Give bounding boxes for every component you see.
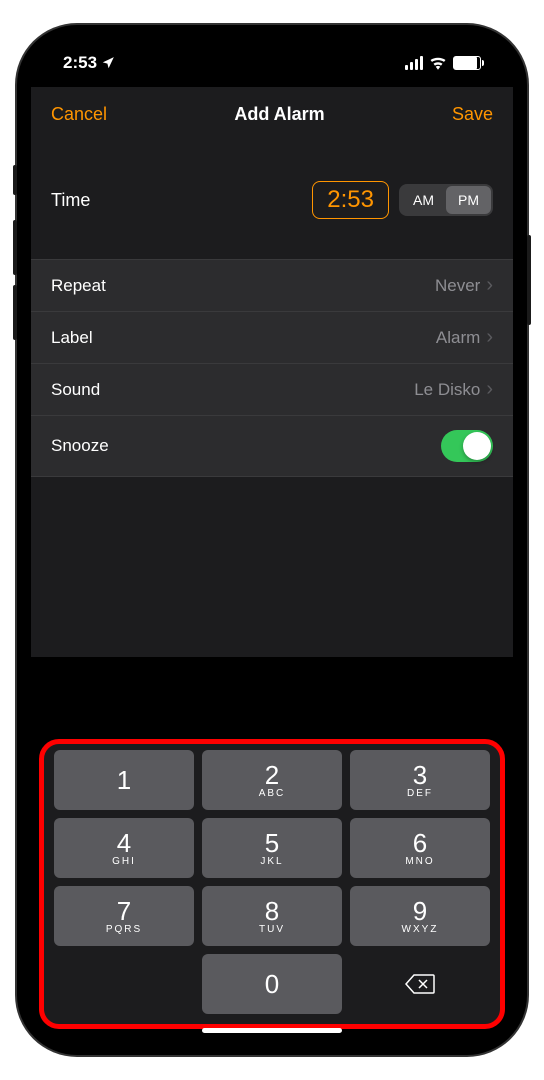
settings-list: Repeat Never › Label Alarm › Sound: [31, 259, 513, 477]
home-indicator[interactable]: [202, 1028, 342, 1033]
key-digit: 2: [265, 762, 279, 788]
power-button: [527, 235, 531, 325]
time-section: Time 2:53 AM PM: [31, 141, 513, 259]
key-letters: JKL: [260, 856, 283, 867]
numeric-keypad: 1 2 ABC 3 DEF 4 GHI 5 JKL: [54, 750, 490, 1014]
backspace-icon: [405, 973, 435, 995]
key-letters: ABC: [259, 788, 286, 799]
key-letters: MNO: [405, 856, 434, 867]
sound-label: Sound: [51, 380, 100, 400]
chevron-right-icon: ›: [486, 274, 493, 297]
key-8[interactable]: 8 TUV: [202, 886, 342, 946]
volume-up-button: [13, 220, 17, 275]
key-3[interactable]: 3 DEF: [350, 750, 490, 810]
key-6[interactable]: 6 MNO: [350, 818, 490, 878]
am-button[interactable]: AM: [401, 186, 446, 214]
key-letters: WXYZ: [402, 924, 439, 935]
key-letters: DEF: [407, 788, 433, 799]
time-label: Time: [51, 190, 90, 211]
snooze-toggle[interactable]: [441, 430, 493, 462]
content: Time 2:53 AM PM Repeat Never ›: [31, 141, 513, 657]
key-digit: 5: [265, 830, 279, 856]
snooze-label: Snooze: [51, 436, 109, 456]
pm-button[interactable]: PM: [446, 186, 491, 214]
key-digit: 4: [117, 830, 131, 856]
chevron-right-icon: ›: [486, 378, 493, 401]
key-5[interactable]: 5 JKL: [202, 818, 342, 878]
key-digit: 1: [117, 767, 131, 793]
battery-icon: [453, 56, 481, 70]
chevron-right-icon: ›: [486, 326, 493, 349]
backspace-button[interactable]: [350, 954, 490, 1014]
signal-icon: [405, 56, 423, 70]
key-digit: 0: [265, 971, 279, 997]
page-title: Add Alarm: [234, 104, 324, 125]
wifi-icon: [429, 56, 447, 70]
mute-switch: [13, 165, 17, 195]
key-2[interactable]: 2 ABC: [202, 750, 342, 810]
key-letters: PQRS: [106, 924, 142, 935]
sound-row[interactable]: Sound Le Disko ›: [31, 364, 513, 416]
key-empty: [54, 954, 194, 1014]
cancel-button[interactable]: Cancel: [51, 104, 107, 125]
key-7[interactable]: 7 PQRS: [54, 886, 194, 946]
label-label: Label: [51, 328, 93, 348]
key-9[interactable]: 9 WXYZ: [350, 886, 490, 946]
save-button[interactable]: Save: [452, 104, 493, 125]
phone-frame: 2:53 Cancel Add Alarm Save Time 2:53: [17, 25, 527, 1055]
spacer: [31, 477, 513, 657]
key-letters: TUV: [259, 924, 285, 935]
location-icon: [101, 56, 115, 70]
notch: [172, 39, 372, 71]
key-4[interactable]: 4 GHI: [54, 818, 194, 878]
label-value: Alarm: [436, 328, 480, 348]
key-letters: GHI: [112, 856, 136, 867]
key-digit: 8: [265, 898, 279, 924]
toggle-knob: [463, 432, 491, 460]
key-digit: 6: [413, 830, 427, 856]
nav-bar: Cancel Add Alarm Save: [31, 87, 513, 141]
status-time: 2:53: [63, 53, 97, 73]
label-row[interactable]: Label Alarm ›: [31, 312, 513, 364]
key-digit: 9: [413, 898, 427, 924]
key-digit: 7: [117, 898, 131, 924]
repeat-row[interactable]: Repeat Never ›: [31, 260, 513, 312]
keypad-highlight: 1 2 ABC 3 DEF 4 GHI 5 JKL: [39, 739, 505, 1029]
ampm-toggle: AM PM: [399, 184, 493, 216]
volume-down-button: [13, 285, 17, 340]
sound-value: Le Disko: [414, 380, 480, 400]
time-input[interactable]: 2:53: [312, 181, 389, 219]
key-digit: 3: [413, 762, 427, 788]
snooze-row: Snooze: [31, 416, 513, 477]
phone-screen: 2:53 Cancel Add Alarm Save Time 2:53: [31, 39, 513, 1041]
repeat-label: Repeat: [51, 276, 106, 296]
repeat-value: Never: [435, 276, 480, 296]
key-0[interactable]: 0: [202, 954, 342, 1014]
key-1[interactable]: 1: [54, 750, 194, 810]
